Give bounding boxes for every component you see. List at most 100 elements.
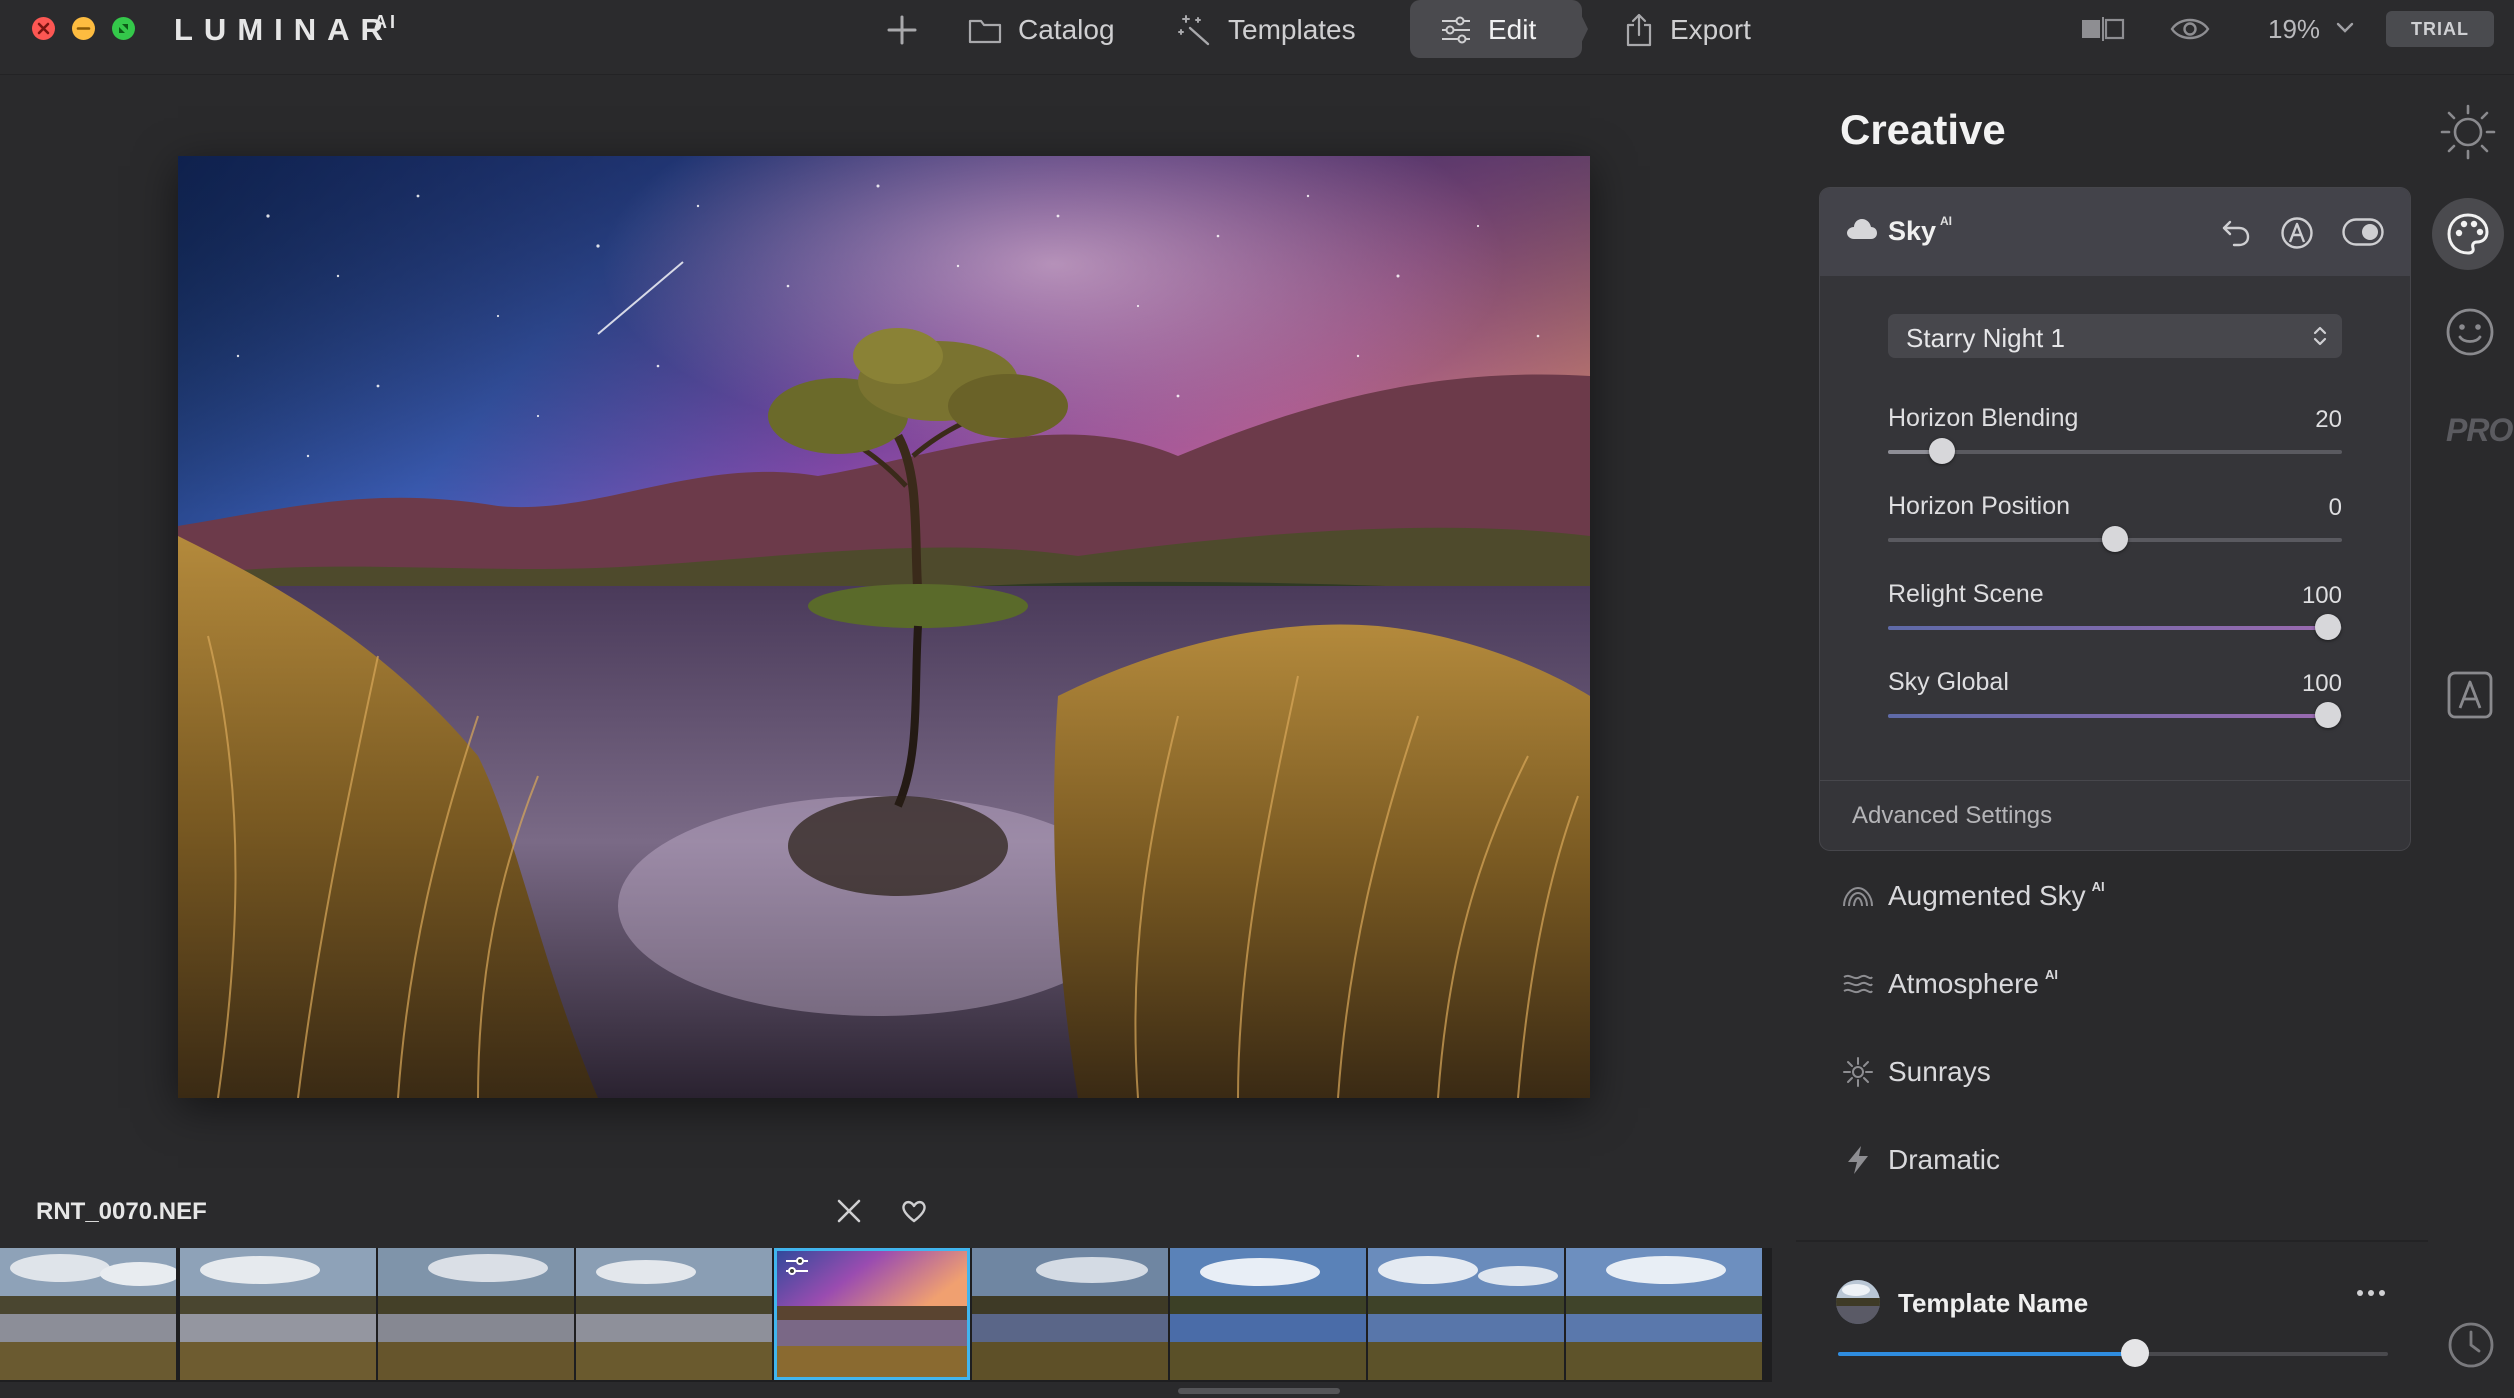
smiley-icon [2446,308,2494,356]
mask-button[interactable] [2280,216,2314,250]
panel-title: Creative [1840,106,2006,153]
sky-global-slider[interactable] [1888,702,2342,728]
favorite-button[interactable] [900,1198,928,1224]
toggle-icon [2342,218,2384,246]
folder-icon [968,19,1002,44]
thumbnail-image [1368,1248,1564,1380]
slider-label: Sky Global [1888,668,2009,696]
filmstrip-thumb[interactable] [378,1248,574,1380]
sun-icon [2440,104,2496,160]
sky-preset-select[interactable]: Starry Night 1 [1888,314,2342,358]
filmstrip-thumb[interactable] [1566,1248,1762,1380]
slider-handle[interactable] [2102,526,2128,552]
sunrays-icon [1843,1057,1873,1087]
filmstrip[interactable] [0,1248,1772,1382]
filmstrip-thumb[interactable] [1368,1248,1564,1380]
preview-button[interactable] [2170,16,2210,42]
reset-button[interactable] [2220,216,2252,248]
minimize-window-button[interactable] [72,17,95,40]
tool-label: Sunrays [1888,1056,1991,1087]
tab-edit-content[interactable]: Edit [1440,0,1536,60]
slider-fill [1888,714,2329,718]
minimize-icon [76,27,91,30]
template-more-button[interactable] [2356,1288,2386,1298]
brush-mask-icon [2447,671,2493,719]
template-thumbnail [1836,1280,1880,1324]
plus-icon [887,15,917,45]
horizon-blending-slider[interactable] [1888,438,2342,464]
sky-tool-title: Sky [1888,216,1937,246]
tool-label: Dramatic [1888,1144,2001,1175]
advanced-settings-toggle[interactable]: Advanced Settings [1852,802,2052,830]
filmstrip-thumb-selected[interactable] [774,1248,970,1380]
add-photos-button[interactable] [886,0,934,60]
lightning-icon [1848,1146,1868,1174]
slider-value: 0 [2328,494,2342,521]
chevron-down-icon [2336,22,2354,33]
tool-label: Augmented Sky [1888,880,2086,911]
zoom-level[interactable]: 19% [2268,14,2320,45]
filename-label: RNT_0070.NEF [36,1198,207,1225]
template-name: Template Name [1898,1288,2089,1318]
compare-icon [2082,17,2125,41]
slider-handle[interactable] [2315,614,2342,640]
tab-templates[interactable]: Templates [1178,0,1356,60]
close-window-button[interactable] [32,17,55,40]
tool-dramatic[interactable]: Dramatic [1842,1140,2000,1180]
thumbnail-image [1170,1248,1366,1380]
rail-essentials[interactable] [2438,102,2498,162]
slider-fill [1838,1352,2135,1356]
template-thumbnail-image [1836,1280,1880,1324]
slider-label: Horizon Blending [1888,404,2079,432]
share-icon [1626,13,1652,47]
tool-sunrays[interactable]: Sunrays [1842,1052,1991,1092]
filmstrip-thumb[interactable] [972,1248,1168,1380]
zoom-dropdown[interactable] [2336,22,2354,34]
slider-handle[interactable] [2315,702,2342,728]
filmstrip-thumb[interactable] [0,1248,176,1380]
template-amount-slider[interactable] [1838,1339,2388,1367]
tool-augmented-sky[interactable]: Augmented Sky AI [1842,876,2105,916]
title-bar: LUMINAR AI Catalog Templates Edit Export [0,0,2514,75]
history-button[interactable] [2446,1320,2496,1370]
rail-pro[interactable]: PRO [2446,412,2513,449]
atmosphere-icon [1843,974,1873,994]
updown-chevron-icon [2313,326,2327,346]
tab-export[interactable]: Export [1624,0,1751,60]
maximize-window-button[interactable] [112,17,135,40]
rail-local-masking[interactable] [2446,670,2494,720]
more-icon [2357,1290,2385,1296]
heart-icon [902,1200,926,1223]
tab-templates-label: Templates [1228,14,1356,45]
reject-button[interactable] [836,1198,862,1224]
slider-handle[interactable] [2121,1339,2149,1367]
tool-toggle[interactable] [2342,218,2384,246]
cloud-icon [1847,219,1877,239]
tool-atmosphere[interactable]: Atmosphere AI [1842,964,2058,1004]
main-photo[interactable] [178,156,1590,1098]
slider-label: Horizon Position [1888,492,2071,520]
compare-button[interactable] [2080,17,2126,41]
app-logo: LUMINAR [174,12,394,47]
sky-tool-card: Sky AI Starry Night 1 Horizon Blending 2… [1820,188,2410,850]
slider-value: 20 [2315,406,2342,433]
filmstrip-scrollbar[interactable] [1178,1388,1340,1394]
relight-scene-slider[interactable] [1888,614,2342,640]
rail-creative-active[interactable] [2432,198,2504,270]
sky-tool-header[interactable]: Sky AI [1820,188,2410,276]
slider-handle[interactable] [1929,438,1956,464]
divider [1796,1240,2428,1242]
horizon-position-slider[interactable] [1888,526,2342,552]
tab-catalog[interactable]: Catalog [968,0,1115,60]
divider [1820,780,2410,781]
palette-icon [2447,213,2489,255]
filmstrip-thumb[interactable] [180,1248,376,1380]
slider-label: Relight Scene [1888,580,2044,608]
trial-badge[interactable]: TRIAL [2386,11,2494,47]
sky-tool-ai-badge: AI [1940,214,1952,228]
close-icon [37,22,50,35]
filmstrip-thumb[interactable] [576,1248,772,1380]
filmstrip-thumb[interactable] [1170,1248,1366,1380]
undo-icon [2222,220,2250,247]
rail-portrait[interactable] [2444,306,2496,358]
